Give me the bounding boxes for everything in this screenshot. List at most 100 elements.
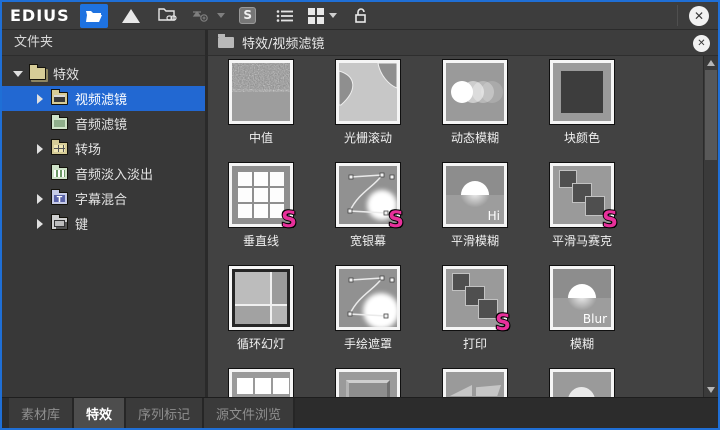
close-icon: ✕ bbox=[694, 9, 704, 23]
list-view-button[interactable] bbox=[271, 4, 299, 28]
hi-overlay-text: Hi bbox=[488, 209, 500, 223]
effect-label: 垂直线 bbox=[243, 232, 279, 249]
effect-tile-raster-scroll[interactable]: 光栅滚动 bbox=[336, 60, 400, 124]
folder-sidebar: 文件夹 特效 视频滤镜 音频滤镜 bbox=[2, 30, 208, 397]
scroll-up-button[interactable] bbox=[704, 56, 718, 70]
video-filter-folder-icon bbox=[51, 92, 68, 105]
tab-label: 特效 bbox=[86, 404, 112, 423]
effect-tile-smooth-mosaic[interactable]: S 平滑马赛克 bbox=[550, 163, 614, 227]
s-badge: S bbox=[281, 208, 297, 233]
tree-item-title-mixer[interactable]: T 字幕混合 bbox=[2, 186, 205, 211]
effect-tile-partial[interactable] bbox=[443, 369, 507, 397]
tree-label: 特效 bbox=[53, 64, 79, 83]
quadrants-thumbnail bbox=[232, 269, 290, 327]
close-icon: ✕ bbox=[697, 38, 705, 49]
title-bar: EDIUS S bbox=[2, 2, 718, 30]
add-link-dropdown-icon bbox=[191, 9, 213, 23]
folder-link-icon bbox=[158, 8, 178, 23]
effect-tile-median[interactable]: 中值 bbox=[229, 60, 293, 124]
edius-logo: EDIUS bbox=[10, 6, 70, 25]
expander-right-icon[interactable] bbox=[33, 144, 46, 154]
effects-panel: 特效/视频滤镜 ✕ bbox=[208, 30, 718, 397]
effect-label: 中值 bbox=[249, 129, 273, 146]
effect-tile-partial[interactable] bbox=[550, 369, 614, 397]
tab-sequence-marker[interactable]: 序列标记 bbox=[126, 398, 204, 428]
scrollbar-thumb[interactable] bbox=[705, 70, 717, 160]
effect-tile-print[interactable]: S 打印 bbox=[443, 266, 507, 330]
effect-tile-loop-slide[interactable]: 循环幻灯 bbox=[229, 266, 293, 330]
effect-tile-motion-blur[interactable]: 动态模糊 bbox=[443, 60, 507, 124]
effect-tile-partial[interactable] bbox=[336, 369, 400, 397]
unlock-icon bbox=[352, 7, 368, 24]
edius-bin-window: EDIUS S bbox=[0, 0, 720, 430]
main-area: 文件夹 特效 视频滤镜 音频滤镜 bbox=[2, 30, 718, 397]
vertical-scrollbar[interactable] bbox=[703, 56, 718, 397]
effect-label: 打印 bbox=[463, 335, 487, 352]
blur-overlay-text: Blur bbox=[583, 312, 607, 326]
effects-row-partial bbox=[229, 369, 657, 397]
effects-panel-header: 特效/视频滤镜 ✕ bbox=[208, 30, 718, 56]
sun-horizon-thumbnail: Blur bbox=[553, 269, 611, 327]
scroll-down-button[interactable] bbox=[704, 383, 718, 397]
tree-label: 音频滤镜 bbox=[75, 114, 127, 133]
tree-item-audio-filter[interactable]: 音频滤镜 bbox=[2, 111, 205, 136]
effect-label: 动态模糊 bbox=[451, 129, 499, 146]
grid-view-icon bbox=[308, 8, 325, 24]
tree-item-audio-fade[interactable]: 音频淡入淡出 bbox=[2, 161, 205, 186]
audio-fade-folder-icon bbox=[51, 167, 68, 180]
s-preset-button[interactable]: S bbox=[234, 4, 262, 28]
lock-button[interactable] bbox=[346, 4, 374, 28]
tab-label: 序列标记 bbox=[138, 404, 190, 423]
s-badge: S bbox=[602, 208, 618, 233]
audio-filter-folder-icon bbox=[51, 117, 68, 130]
effects-row: 循环幻灯 bbox=[229, 266, 657, 330]
expander-down-icon[interactable] bbox=[11, 71, 24, 77]
tree-label: 转场 bbox=[75, 139, 101, 158]
bezier-mask-thumbnail bbox=[339, 269, 397, 327]
tree-item-transition[interactable]: 转场 bbox=[2, 136, 205, 161]
noise-thumbnail bbox=[232, 63, 290, 121]
effect-label: 模糊 bbox=[570, 335, 594, 352]
list-view-icon bbox=[276, 9, 294, 23]
sidebar-header: 文件夹 bbox=[2, 30, 205, 56]
effect-tile-hand-drawn-mask[interactable]: 手绘遮罩 bbox=[336, 266, 400, 330]
effect-label: 平滑模糊 bbox=[451, 232, 499, 249]
expander-right-icon[interactable] bbox=[33, 94, 46, 104]
window-close-button[interactable]: ✕ bbox=[689, 6, 709, 26]
effect-tile-block-color[interactable]: 块颜色 bbox=[550, 60, 614, 124]
effect-label: 宽银幕 bbox=[350, 232, 386, 249]
open-folder-button[interactable] bbox=[80, 4, 108, 28]
tab-effects[interactable]: 特效 bbox=[74, 398, 126, 428]
key-folder-icon bbox=[51, 217, 68, 230]
chevron-down-icon bbox=[217, 13, 225, 18]
effect-tile-widescreen[interactable]: S 宽银幕 bbox=[336, 163, 400, 227]
effect-tile-vertical-line[interactable]: S 垂直线 bbox=[229, 163, 293, 227]
expander-right-icon[interactable] bbox=[33, 219, 46, 229]
title-mixer-folder-icon: T bbox=[51, 192, 68, 205]
effects-row: 中值 光栅滚动 动态模糊 bbox=[229, 60, 657, 124]
tab-source-browser[interactable]: 源文件浏览 bbox=[204, 398, 295, 428]
transition-folder-icon bbox=[51, 142, 68, 155]
panel-close-button[interactable]: ✕ bbox=[693, 35, 710, 52]
up-button[interactable] bbox=[117, 4, 145, 28]
effect-tile-smooth-blur[interactable]: Hi 平滑模糊 bbox=[443, 163, 507, 227]
effect-tile-partial[interactable] bbox=[229, 369, 293, 397]
folder-link-button[interactable] bbox=[154, 4, 182, 28]
tree-item-effects-root[interactable]: 特效 bbox=[2, 61, 205, 86]
effect-tile-blur[interactable]: Blur 模糊 bbox=[550, 266, 614, 330]
tree-item-key[interactable]: 键 bbox=[2, 211, 205, 236]
motion-circles-thumbnail bbox=[446, 63, 504, 121]
sun-horizon-thumbnail: Hi bbox=[446, 166, 504, 224]
grid-view-dropdown-button[interactable] bbox=[308, 4, 337, 28]
effect-label: 循环幻灯 bbox=[237, 335, 285, 352]
tree-item-video-filter[interactable]: 视频滤镜 bbox=[2, 86, 205, 111]
titlebar-divider bbox=[677, 5, 678, 26]
expander-right-icon[interactable] bbox=[33, 194, 46, 204]
dark-block-thumbnail bbox=[553, 63, 611, 121]
three-squares-thumbnail bbox=[232, 372, 290, 397]
tree-label: 键 bbox=[75, 214, 88, 233]
add-link-dropdown-button[interactable] bbox=[191, 4, 225, 28]
tab-asset-bin[interactable]: 素材库 bbox=[9, 398, 74, 428]
tab-label: 素材库 bbox=[21, 404, 60, 423]
s-preset-icon: S bbox=[239, 7, 256, 24]
